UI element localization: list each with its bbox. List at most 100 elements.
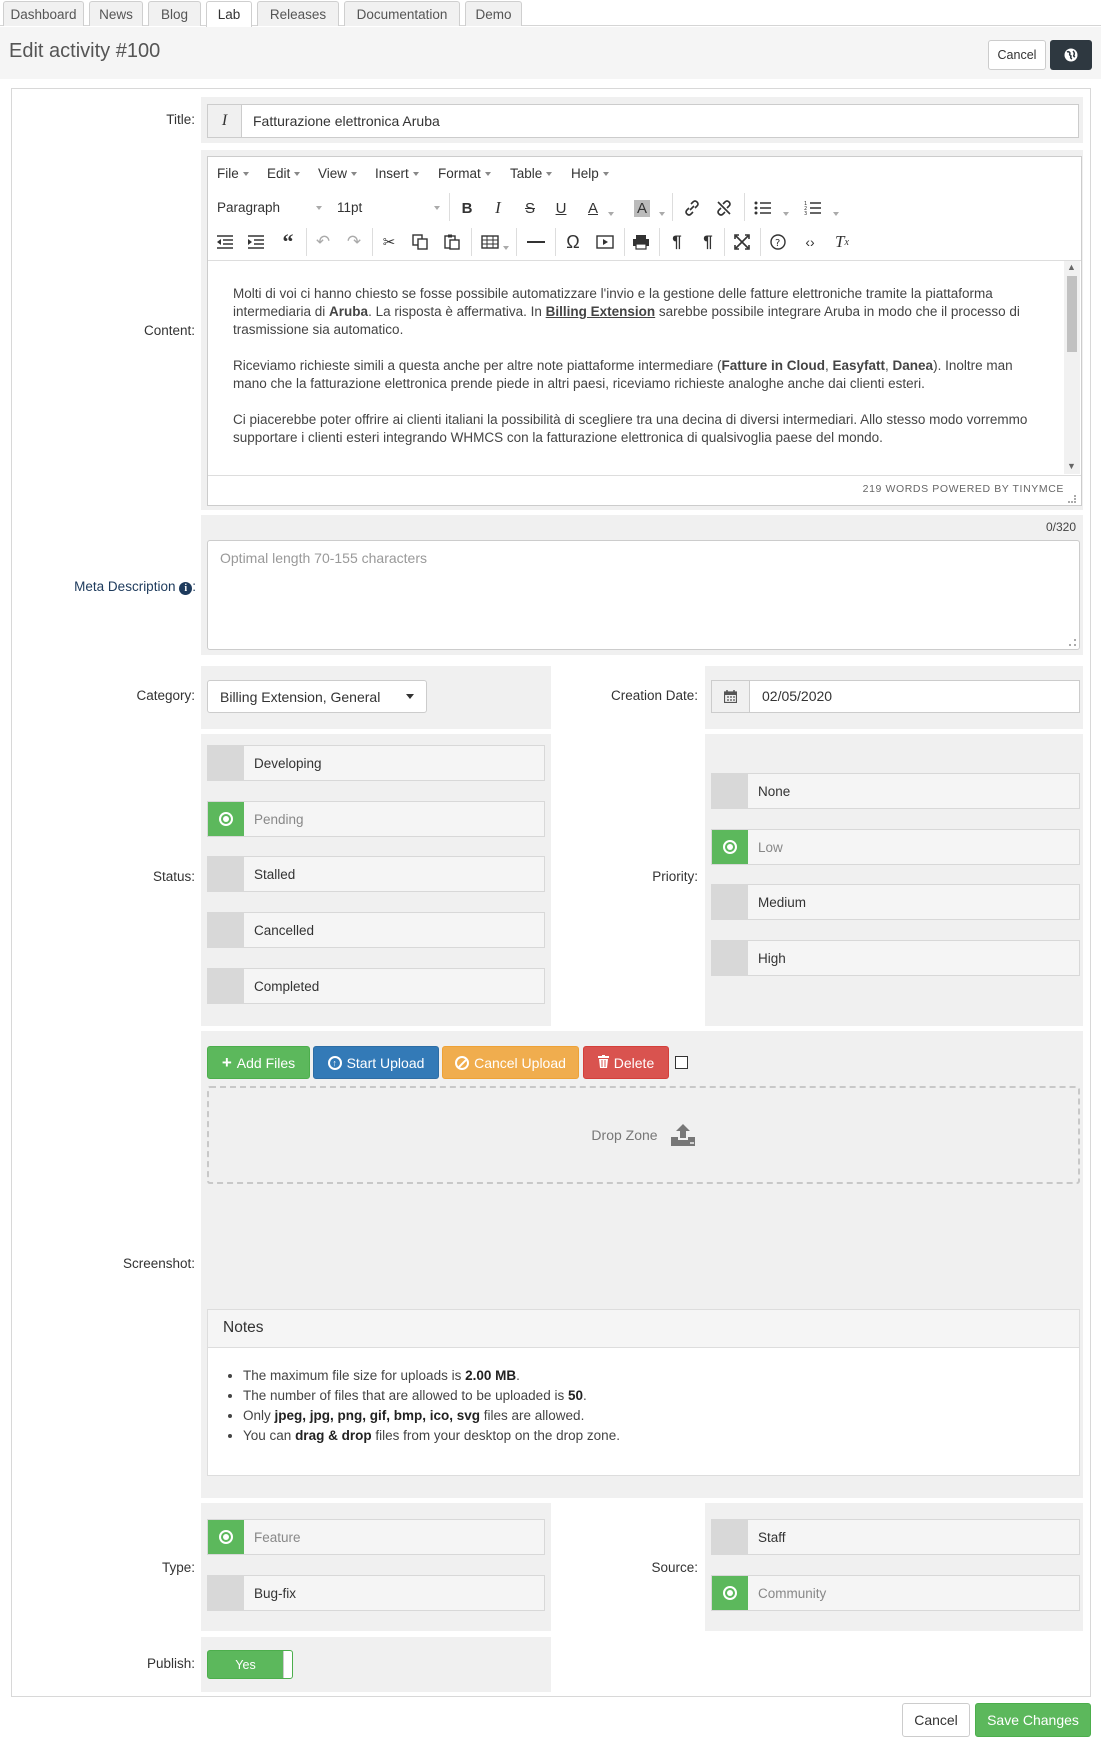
table-icon[interactable]	[477, 229, 503, 255]
menu-view[interactable]: View	[318, 166, 358, 181]
tab-demo[interactable]: Demo	[465, 1, 522, 26]
editor-content[interactable]: Molti di voi ci hanno chiesto se fosse p…	[233, 285, 1043, 465]
notes-header	[208, 1310, 1079, 1348]
background-color-caret-icon[interactable]	[659, 205, 665, 220]
creation-date-input[interactable]: 02/05/2020	[711, 680, 1080, 713]
resize-handle-icon[interactable]	[1068, 495, 1076, 503]
start-upload-button[interactable]: ↑ Start Upload	[313, 1046, 439, 1079]
upload-circle-icon: ↑	[327, 1055, 342, 1070]
source-option-community[interactable]: Community	[711, 1575, 1080, 1611]
text-color-icon[interactable]: A	[580, 195, 606, 221]
meta-description-textarea[interactable]: Optimal length 70-155 characters	[207, 540, 1080, 650]
priority-option-medium[interactable]: Medium	[711, 884, 1080, 920]
tab-blog[interactable]: Blog	[148, 1, 201, 26]
scroll-down-icon[interactable]: ▼	[1067, 461, 1076, 471]
source-option-staff[interactable]: Staff	[711, 1519, 1080, 1555]
priority-option-none[interactable]: None	[711, 773, 1080, 809]
italic-format-icon[interactable]: I	[485, 195, 511, 221]
editor-paragraph: Molti di voi ci hanno chiesto se fosse p…	[233, 286, 1020, 337]
type-option-feature[interactable]: Feature	[207, 1519, 545, 1555]
billing-extension-link[interactable]: Billing Extension	[546, 304, 656, 319]
status-option-pending[interactable]: Pending	[207, 801, 545, 837]
source-code-icon[interactable]: ‹›	[797, 229, 823, 255]
underline-icon[interactable]: U	[548, 195, 574, 221]
radio-checked-icon	[219, 1530, 233, 1544]
radio-indicator-selected	[712, 830, 748, 864]
paste-icon[interactable]	[439, 229, 465, 255]
priority-option-high[interactable]: High	[711, 940, 1080, 976]
ltr-icon[interactable]: ¶	[664, 229, 690, 255]
status-option-completed[interactable]: Completed	[207, 968, 545, 1004]
redo-icon[interactable]: ↷	[341, 229, 367, 255]
text-color-caret-icon[interactable]	[608, 205, 614, 220]
scroll-up-icon[interactable]: ▲	[1067, 262, 1076, 272]
fullscreen-icon[interactable]	[729, 229, 755, 255]
special-char-icon[interactable]: Ω	[560, 229, 586, 255]
unlink-icon[interactable]	[711, 195, 737, 221]
numbered-list-caret-icon[interactable]	[833, 205, 839, 220]
priority-option-low[interactable]: Low	[711, 829, 1080, 865]
bullet-list-icon[interactable]	[750, 195, 776, 221]
drop-zone[interactable]: Drop Zone	[207, 1086, 1080, 1184]
horizontal-rule-icon[interactable]	[523, 229, 549, 255]
copy-icon[interactable]	[407, 229, 433, 255]
title-value: Fatturazione elettronica Aruba	[253, 113, 440, 129]
status-option-cancelled[interactable]: Cancelled	[207, 912, 545, 948]
table-caret-icon[interactable]	[503, 239, 509, 254]
delete-button[interactable]: Delete	[583, 1046, 669, 1079]
cancel-button[interactable]: Cancel	[902, 1703, 970, 1737]
info-icon[interactable]: i	[179, 582, 193, 595]
numbered-list-icon[interactable]: 123	[800, 195, 826, 221]
menu-format[interactable]: Format	[438, 166, 491, 181]
blockquote-icon[interactable]: “	[275, 229, 301, 255]
status-option-developing[interactable]: Developing	[207, 745, 545, 781]
rtl-icon[interactable]: ¶	[695, 229, 721, 255]
menu-insert[interactable]: Insert	[375, 166, 419, 181]
publish-toggle[interactable]: Yes	[207, 1650, 293, 1679]
tab-documentation[interactable]: Documentation	[344, 1, 460, 26]
media-icon[interactable]	[592, 229, 618, 255]
bullet-list-caret-icon[interactable]	[783, 205, 789, 220]
background-color-icon[interactable]: A	[629, 195, 655, 221]
print-icon[interactable]	[628, 229, 654, 255]
block-format-select[interactable]: Paragraph	[217, 200, 322, 215]
menu-help[interactable]: Help	[571, 166, 609, 181]
status-option-stalled[interactable]: Stalled	[207, 856, 545, 892]
radio-indicator	[712, 885, 748, 919]
link-icon[interactable]	[679, 195, 705, 221]
select-all-checkbox[interactable]	[675, 1056, 688, 1069]
radio-label: High	[758, 950, 786, 966]
bold-icon[interactable]: B	[454, 195, 480, 221]
font-size-select[interactable]: 11pt	[337, 200, 440, 215]
tab-lab[interactable]: Lab	[206, 1, 252, 27]
undo-icon[interactable]: ↶	[310, 229, 336, 255]
menu-edit[interactable]: Edit	[267, 166, 301, 181]
help-icon[interactable]: ?	[765, 229, 791, 255]
menu-table[interactable]: Table	[510, 166, 553, 181]
add-files-button[interactable]: + Add Files	[207, 1046, 310, 1079]
publish-toggle-handle[interactable]	[283, 1651, 292, 1678]
title-input[interactable]: I Fatturazione elettronica Aruba	[207, 104, 1079, 138]
cut-icon[interactable]: ✂	[376, 229, 402, 255]
menu-file[interactable]: File	[217, 166, 249, 181]
indent-icon[interactable]	[243, 229, 269, 255]
editor-scrollbar-thumb[interactable]	[1067, 276, 1077, 352]
resize-handle-icon[interactable]	[1069, 639, 1076, 646]
cancel-top-button[interactable]: Cancel	[988, 40, 1046, 70]
cancel-upload-button[interactable]: Cancel Upload	[442, 1046, 579, 1079]
globe-button[interactable]	[1050, 40, 1092, 70]
tab-dashboard[interactable]: Dashboard	[3, 1, 84, 26]
meta-counter: 0/320	[1045, 520, 1076, 534]
outdent-icon[interactable]	[212, 229, 238, 255]
save-changes-button[interactable]: Save Changes	[975, 1703, 1091, 1737]
type-option-bug-fix[interactable]: Bug-fix	[207, 1575, 545, 1611]
radio-label: Low	[758, 839, 783, 855]
radio-indicator	[712, 774, 748, 808]
tab-news[interactable]: News	[89, 1, 143, 26]
strikethrough-icon[interactable]: S	[517, 195, 543, 221]
tab-releases[interactable]: Releases	[257, 1, 339, 26]
category-select[interactable]: Billing Extension, General	[207, 680, 427, 713]
clear-format-icon[interactable]: Tx	[829, 229, 855, 255]
screenshot-label: Screenshot:	[122, 1256, 195, 1271]
calendar-icon[interactable]	[712, 681, 750, 712]
